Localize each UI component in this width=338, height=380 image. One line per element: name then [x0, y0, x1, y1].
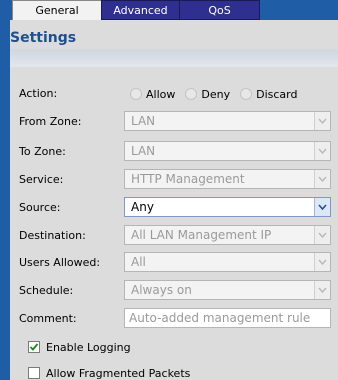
tab-general[interactable]: General [12, 0, 102, 21]
tab-qos[interactable]: QoS [179, 0, 260, 20]
source-label: Source: [19, 201, 61, 214]
tab-bar: General Advanced QoS [0, 0, 338, 21]
action-label: Action: [19, 87, 58, 100]
radio-discard-label: Discard [256, 87, 298, 101]
schedule-value: Always on [131, 283, 192, 297]
chevron-down-icon[interactable] [314, 281, 330, 299]
comment-input[interactable]: Auto-added management rule [124, 308, 331, 328]
allow-fragmented-checkbox[interactable] [28, 367, 40, 379]
enable-logging-checkbox[interactable] [28, 341, 40, 353]
section-title-band [10, 49, 338, 67]
from-zone-label: From Zone: [19, 115, 82, 128]
radio-discard[interactable] [240, 88, 253, 100]
section-title: Settings [10, 30, 77, 46]
service-select[interactable]: HTTP Management [124, 169, 331, 189]
from-zone-value: LAN [131, 114, 156, 128]
radio-deny-label: Deny [201, 87, 231, 101]
radio-deny[interactable] [185, 88, 198, 100]
chevron-down-icon[interactable] [314, 170, 330, 188]
enable-logging-label: Enable Logging [46, 341, 131, 354]
chevron-down-icon[interactable] [314, 198, 330, 216]
comment-label: Comment: [19, 312, 77, 325]
to-zone-select[interactable]: LAN [124, 141, 331, 161]
users-allowed-select[interactable]: All [124, 252, 331, 272]
tab-advanced[interactable]: Advanced [101, 0, 180, 20]
destination-select[interactable]: All LAN Management IP [124, 225, 331, 245]
service-label: Service: [19, 173, 64, 186]
schedule-label: Schedule: [19, 284, 74, 297]
allow-fragmented-label: Allow Fragmented Packets [46, 367, 191, 380]
chevron-down-icon[interactable] [314, 253, 330, 271]
schedule-select[interactable]: Always on [124, 280, 331, 300]
users-allowed-label: Users Allowed: [19, 256, 101, 269]
source-value: Any [131, 200, 154, 214]
destination-label: Destination: [19, 229, 86, 242]
checkmark-icon [29, 343, 39, 351]
radio-allow-label: Allow [146, 87, 176, 101]
to-zone-label: To Zone: [19, 145, 66, 158]
source-select[interactable]: Any [124, 197, 331, 217]
chevron-down-icon[interactable] [314, 142, 330, 160]
from-zone-select[interactable]: LAN [124, 111, 331, 131]
chevron-down-icon[interactable] [314, 226, 330, 244]
action-radio-group: Allow Deny Discard [130, 86, 307, 102]
chevron-down-icon[interactable] [314, 112, 330, 130]
radio-allow[interactable] [130, 88, 142, 100]
users-allowed-value: All [131, 255, 146, 269]
destination-value: All LAN Management IP [131, 228, 272, 242]
service-value: HTTP Management [131, 172, 245, 186]
to-zone-value: LAN [131, 144, 156, 158]
